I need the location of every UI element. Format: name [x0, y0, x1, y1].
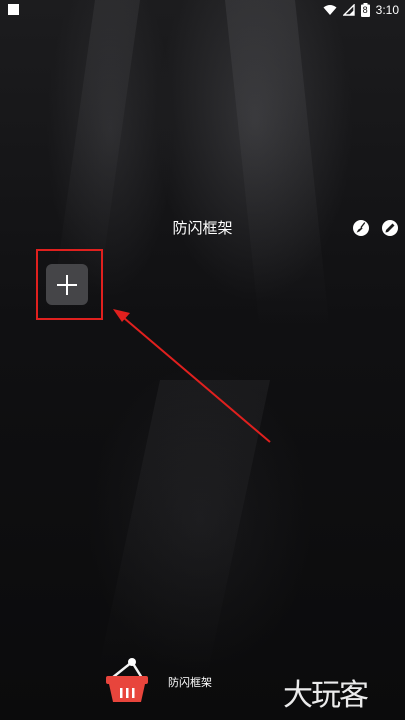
status-indicators: 8 3:10: [323, 3, 399, 17]
background-streak: [225, 0, 330, 330]
screen: 8 3:10 防闪框架 防闪框架 大玩客: [0, 0, 405, 720]
status-time: 3:10: [375, 3, 399, 17]
basket-icon: [104, 656, 150, 710]
battery-level-text: 8: [362, 5, 368, 15]
notification-icon: [8, 4, 19, 15]
broom-icon: [355, 222, 367, 234]
background-streak: [96, 380, 270, 680]
page-title: 防闪框架: [172, 219, 233, 237]
app-shortcut-label[interactable]: 防闪框架: [168, 676, 212, 690]
battery-icon: 8: [360, 3, 370, 17]
app-shortcut[interactable]: [104, 656, 150, 706]
pencil-icon: [384, 222, 396, 234]
watermark: 大玩客: [283, 678, 369, 713]
add-button[interactable]: [46, 264, 88, 305]
arrow-head: [113, 309, 130, 322]
plus-icon: [56, 274, 78, 296]
clean-button[interactable]: [353, 220, 369, 236]
wifi-icon: [323, 4, 337, 16]
edit-button[interactable]: [382, 220, 398, 236]
status-bar: 8 3:10: [0, 0, 405, 22]
signal-icon: [342, 4, 355, 16]
